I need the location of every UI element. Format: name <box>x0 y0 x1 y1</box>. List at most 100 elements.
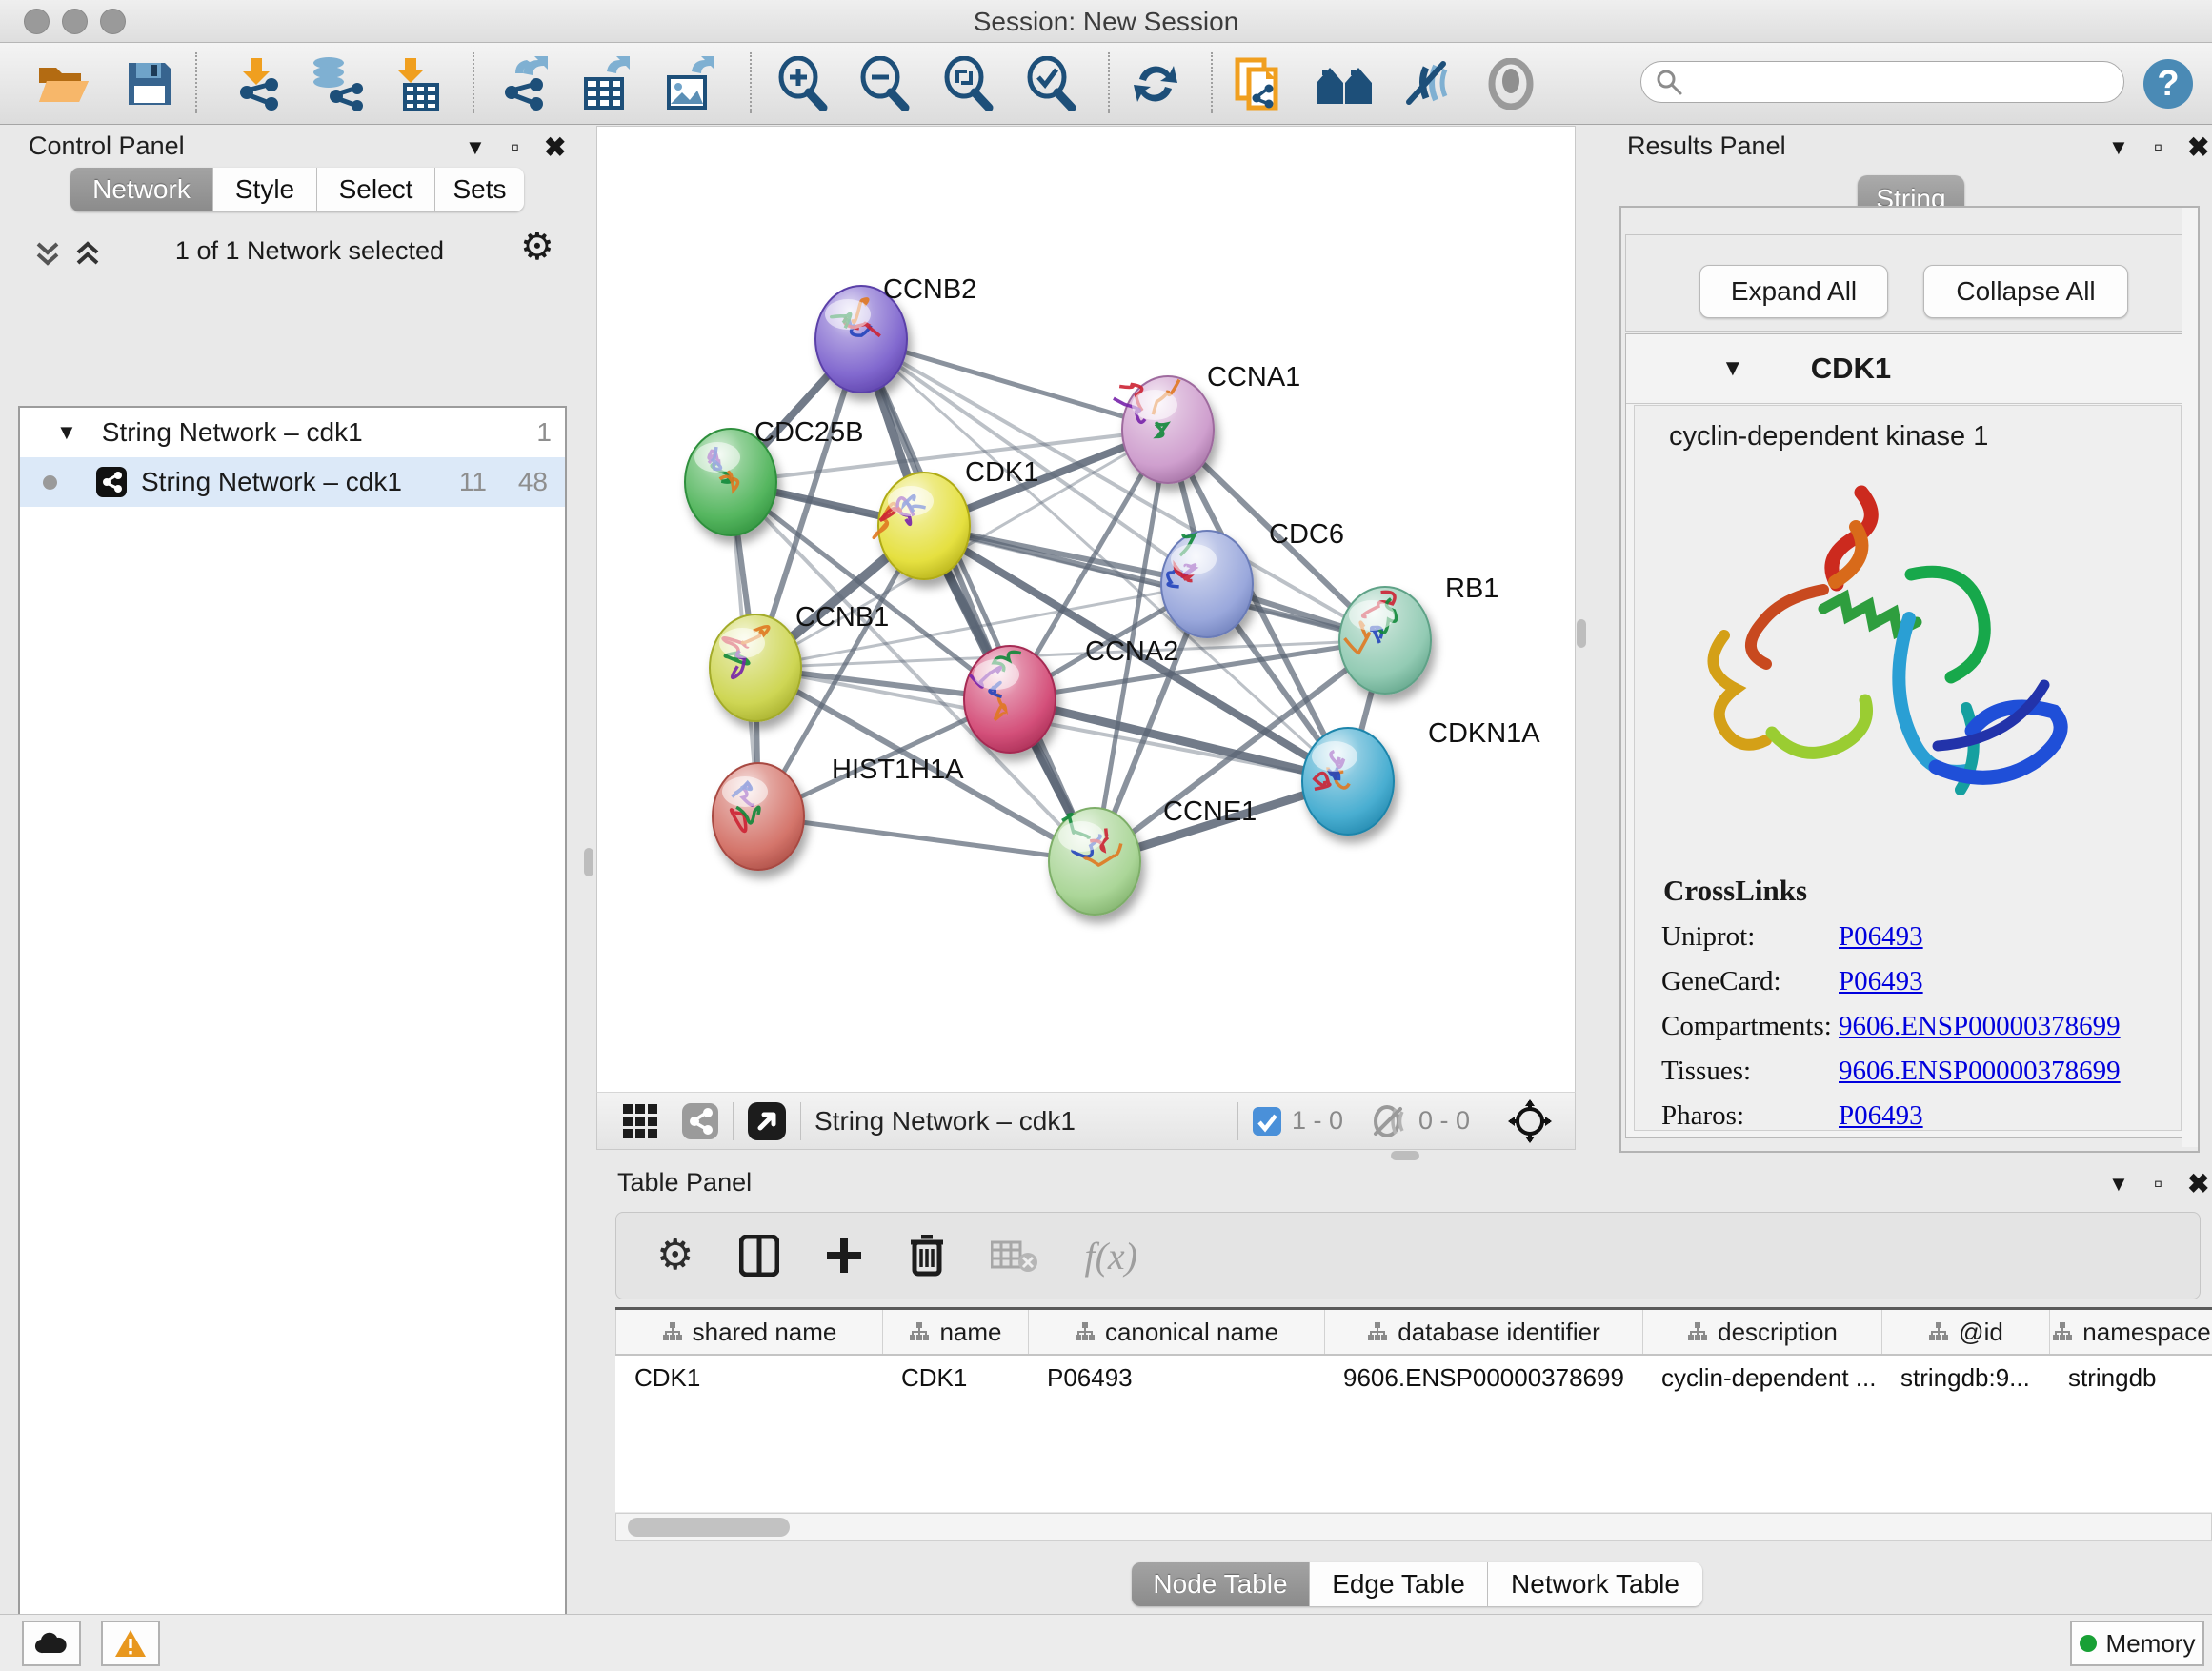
zoom-fit-icon <box>941 56 995 111</box>
search-input[interactable] <box>1683 67 2097 98</box>
import-table-button[interactable] <box>386 54 445 113</box>
status-bar: Memory <box>0 1614 2212 1671</box>
memory-button[interactable]: Memory <box>2070 1621 2204 1666</box>
warnings-button[interactable] <box>101 1621 160 1666</box>
collapse-all-button[interactable]: Collapse All <box>1923 265 2128 318</box>
save-session-button[interactable] <box>120 54 179 113</box>
toggle-columns-icon[interactable] <box>739 1235 779 1277</box>
crosslink-link[interactable]: P06493 <box>1839 1100 1923 1131</box>
export-network-icon <box>498 56 553 111</box>
network-view-icon[interactable] <box>681 1102 719 1140</box>
expand-all-button[interactable]: Expand All <box>1699 265 1888 318</box>
cloud-button[interactable] <box>22 1621 81 1666</box>
hide-selected-button[interactable] <box>1398 54 1458 113</box>
zoom-out-icon <box>857 56 911 111</box>
column-header-database-identifier[interactable]: database identifier <box>1324 1310 1642 1354</box>
tab-style[interactable]: Style <box>213 168 317 211</box>
crosslink-link[interactable]: P06493 <box>1839 921 1923 953</box>
edge-CCNE1-HIST1H1A[interactable] <box>758 816 1095 861</box>
export-network-button[interactable] <box>496 54 555 113</box>
zoom-fit-button[interactable] <box>938 54 997 113</box>
network-collection-row[interactable]: ▼ String Network – cdk1 1 <box>20 408 565 457</box>
close-panel-icon[interactable]: ✖ <box>544 131 566 163</box>
tab-node-table[interactable]: Node Table <box>1132 1562 1310 1606</box>
column-header-canonical-name[interactable]: canonical name <box>1028 1310 1324 1354</box>
collapse-all-icon[interactable] <box>32 238 63 269</box>
float-panel-icon[interactable]: ▫ <box>511 132 519 162</box>
scrollbar-thumb[interactable] <box>628 1518 790 1537</box>
export-image-button[interactable] <box>660 54 719 113</box>
results-scrollbar[interactable] <box>2182 208 2198 1147</box>
help-button[interactable]: ? <box>2139 54 2198 113</box>
titlebar: Session: New Session <box>0 0 2212 43</box>
node-CCNB1[interactable]: CCNB1 <box>710 602 889 721</box>
protein-details: cyclin-dependent kinase 1 <box>1634 405 2182 1131</box>
table-settings-gear-icon[interactable]: ⚙ <box>656 1235 694 1277</box>
column-header-shared-name[interactable]: shared name <box>615 1310 882 1354</box>
network-canvas[interactable]: CCNB2CCNA1CDC25BCDK1CDC6RB1CCNB1CCNA2CDK… <box>596 126 1576 1094</box>
zoom-selected-button[interactable] <box>1021 54 1080 113</box>
expand-all-icon[interactable] <box>72 238 103 269</box>
network-row[interactable]: String Network – cdk1 11 48 <box>20 457 565 507</box>
add-column-icon[interactable] <box>825 1237 863 1275</box>
delete-column-icon[interactable] <box>909 1235 945 1277</box>
right-splitter-handle[interactable] <box>1577 619 1586 648</box>
table-horizontal-scrollbar[interactable] <box>615 1513 2212 1541</box>
column-header-description[interactable]: description <box>1642 1310 1881 1354</box>
column-header-@id[interactable]: @id <box>1881 1310 2049 1354</box>
panel-menu-icon[interactable]: ▼ <box>2108 135 2129 160</box>
column-type-icon <box>909 1321 930 1342</box>
search-field[interactable] <box>1640 61 2124 103</box>
node-label-HIST1H1A: HIST1H1A <box>832 755 964 785</box>
birds-eye-view-icon[interactable] <box>747 1101 787 1141</box>
tab-edge-table[interactable]: Edge Table <box>1310 1562 1488 1606</box>
zoom-in-button[interactable] <box>773 54 832 113</box>
fit-content-crosshair-icon[interactable] <box>1508 1099 1552 1143</box>
import-network-button[interactable] <box>229 54 288 113</box>
node-CCNB2[interactable]: CCNB2 <box>815 274 976 393</box>
network-graph[interactable]: CCNB2CCNA1CDC25BCDK1CDC6RB1CCNB1CCNA2CDK… <box>597 127 1575 1093</box>
protein-section-header[interactable]: ▼ CDK1 <box>1626 334 2189 404</box>
node-RB1[interactable]: RB1 <box>1339 574 1498 694</box>
crosslink-link[interactable]: 9606.ENSP00000378699 <box>1839 1011 2121 1042</box>
panel-menu-icon[interactable]: ▼ <box>2108 1172 2129 1197</box>
show-all-button[interactable] <box>1481 54 1540 113</box>
float-panel-icon[interactable]: ▫ <box>2154 132 2162 162</box>
collection-expand-icon[interactable]: ▼ <box>56 420 77 445</box>
crosslinks-heading: CrossLinks <box>1663 874 2181 908</box>
first-neighbors-button[interactable] <box>1315 54 1374 113</box>
svg-text:?: ? <box>2157 64 2179 104</box>
section-collapse-icon[interactable]: ▼ <box>1721 355 1744 382</box>
clone-network-button[interactable] <box>1230 54 1289 113</box>
close-panel-icon[interactable]: ✖ <box>2187 131 2209 163</box>
node-HIST1H1A[interactable]: HIST1H1A <box>713 755 964 870</box>
table-body: CDK1CDK1P064939606.ENSP00000378699cyclin… <box>615 1356 2212 1399</box>
close-panel-icon[interactable]: ✖ <box>2187 1168 2209 1199</box>
edge-CCNB2-CCNA1[interactable] <box>861 339 1168 430</box>
column-header-namespace[interactable]: namespace <box>2049 1310 2212 1354</box>
tab-network[interactable]: Network <box>70 168 213 211</box>
node-table[interactable]: shared namenamecanonical namedatabase id… <box>615 1307 2212 1512</box>
import-network-from-database-button[interactable] <box>307 54 366 113</box>
grid-view-icon[interactable] <box>622 1103 658 1139</box>
crosslink-link[interactable]: P06493 <box>1839 966 1923 997</box>
left-splitter-handle[interactable] <box>584 848 593 876</box>
tab-select[interactable]: Select <box>317 168 435 211</box>
network-options-gear-icon[interactable]: ⚙ <box>520 225 554 269</box>
crosslink-label: Pharos: <box>1661 1100 1839 1131</box>
tab-sets[interactable]: Sets <box>435 168 524 211</box>
export-table-button[interactable] <box>577 54 636 113</box>
column-header-name[interactable]: name <box>882 1310 1028 1354</box>
panel-menu-icon[interactable]: ▼ <box>465 135 486 160</box>
apply-layout-button[interactable] <box>1126 54 1185 113</box>
open-file-button[interactable] <box>35 54 94 113</box>
tab-network-table[interactable]: Network Table <box>1488 1562 1702 1606</box>
float-panel-icon[interactable]: ▫ <box>2154 1169 2162 1198</box>
node-CDKN1A[interactable]: CDKN1A <box>1302 718 1540 835</box>
network-list-toolbar: 1 of 1 Network selected ⚙ <box>0 227 585 280</box>
crosslink-link[interactable]: 9606.ENSP00000378699 <box>1839 1056 2121 1087</box>
toolbar-separator <box>1237 1102 1238 1140</box>
table-row[interactable]: CDK1CDK1P064939606.ENSP00000378699cyclin… <box>615 1356 2212 1399</box>
zoom-out-button[interactable] <box>855 54 914 113</box>
main-toolbar: ? <box>0 43 2212 125</box>
